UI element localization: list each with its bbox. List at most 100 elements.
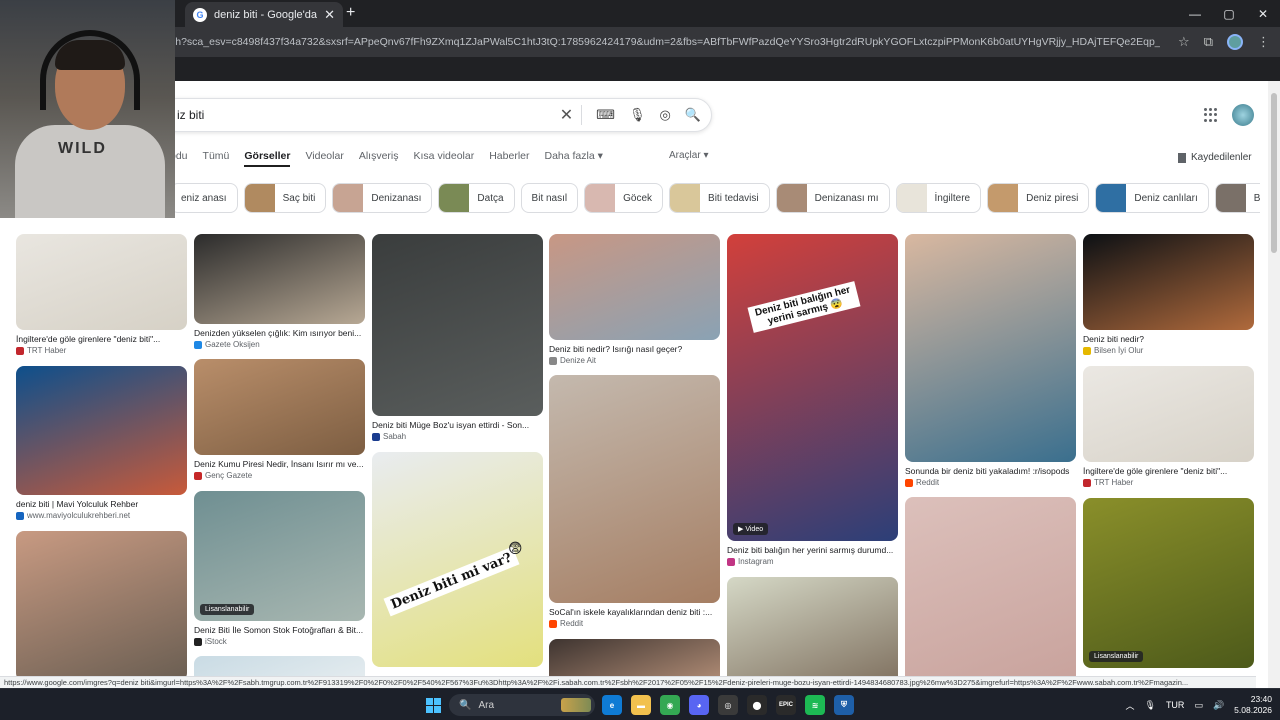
image-result[interactable]: İngiltere'de göle girenlere "deniz biti"… <box>1083 366 1254 492</box>
image-result[interactable]: Deniz biti nedir? Isırığı nasıl geçer? De… <box>549 234 720 370</box>
result-thumbnail[interactable] <box>16 366 187 495</box>
image-result[interactable]: Deniz biti Müge Boz'u isyan ettirdi - So… <box>372 234 543 446</box>
image-result[interactable]: İngiltere'de göle girenlere "deniz biti"… <box>16 234 187 360</box>
tab-4[interactable]: Alışveriş <box>359 150 399 162</box>
chrome-icon[interactable]: ◉ <box>660 695 680 715</box>
saved-button[interactable]: Kaydedilenler <box>1178 152 1252 163</box>
result-title[interactable]: Denizden yükselen çığlık: Kim ısırıyor b… <box>194 328 365 338</box>
image-result[interactable]: Sonunda bir deniz biti yakaladım! :r/iso… <box>905 234 1076 492</box>
account-avatar[interactable] <box>1232 104 1254 126</box>
result-title[interactable]: SoCal'ın iskele kayalıklarından deniz bi… <box>549 607 720 617</box>
tab-3[interactable]: Videolar <box>305 150 343 162</box>
tab-1[interactable]: Tümü <box>203 150 230 162</box>
result-thumbnail[interactable]: Lisanslanabilir <box>194 491 365 621</box>
result-title[interactable]: Deniz Biti İle Somon Stok Fotoğrafları &… <box>194 625 365 635</box>
tools-button[interactable]: Araçlar ▾ <box>669 150 708 161</box>
close-window-button[interactable]: ✕ <box>1246 0 1280 27</box>
image-result[interactable]: Deniz biti nedir? Bilsen İyi Olur <box>1083 234 1254 360</box>
result-thumbnail[interactable] <box>905 497 1076 687</box>
result-thumbnail[interactable] <box>16 234 187 330</box>
volume-icon[interactable]: 🔊 <box>1213 700 1224 711</box>
result-thumbnail[interactable] <box>372 234 543 416</box>
result-source[interactable]: Gazete Oksijen <box>194 340 260 349</box>
image-result[interactable]: Denizden yükselen çığlık: Kim ısırıyor b… <box>194 234 365 354</box>
language-indicator[interactable]: TUR <box>1166 700 1185 710</box>
result-title[interactable]: Deniz biti nedir? Isırığı nasıl geçer? <box>549 344 720 354</box>
related-chip[interactable]: Denizanası <box>332 183 433 213</box>
result-source[interactable]: TRT Haber <box>16 346 66 355</box>
result-title[interactable]: Deniz biti Müge Boz'u isyan ettirdi - So… <box>372 420 543 430</box>
page-scrollbar[interactable] <box>1268 81 1280 688</box>
related-chip[interactable]: Deniz piresi <box>987 183 1090 213</box>
scroll-thumb[interactable] <box>1271 93 1277 253</box>
related-chip[interactable]: Biti tedavisi <box>669 183 770 213</box>
related-chip[interactable]: Saç biti <box>243 183 327 213</box>
image-result[interactable]: SoCal'ın iskele kayalıklarından deniz bi… <box>549 375 720 633</box>
related-chip[interactable]: Denizanası mı <box>775 183 890 213</box>
tray-chevron-icon[interactable]: ︿ <box>1125 699 1134 712</box>
result-source[interactable]: Instagram <box>727 557 774 566</box>
maximize-button[interactable]: ▢ <box>1212 0 1246 27</box>
tab-close-icon[interactable]: ✕ <box>324 7 335 23</box>
result-title[interactable]: deniz biti | Mavi Yolculuk Rehber <box>16 499 187 509</box>
taskbar-clock[interactable]: 23:40 5.08.2026 <box>1234 694 1272 716</box>
obs-icon[interactable]: ◎ <box>718 695 738 715</box>
spotify-icon[interactable]: ≋ <box>805 695 825 715</box>
image-result[interactable]: Deniz biti mi var? 😨 <box>372 452 543 697</box>
taskbar-search[interactable]: 🔍 Ara <box>449 694 595 716</box>
lens-camera-icon[interactable]: ◎ <box>659 107 670 123</box>
network-icon[interactable]: ▭ <box>1194 700 1203 711</box>
browser-menu-icon[interactable]: ⋮ <box>1257 34 1270 50</box>
result-source[interactable]: Sabah <box>372 432 406 441</box>
result-thumbnail[interactable] <box>549 375 720 603</box>
result-title[interactable]: Deniz biti nedir? <box>1083 334 1254 344</box>
browser-profile-icon[interactable] <box>1227 34 1243 50</box>
tab-6[interactable]: Haberler <box>489 150 529 162</box>
url-field[interactable]: ch?sca_esv=c8498f437f34a732&sxsrf=APpeQn… <box>170 31 1160 53</box>
image-result[interactable]: deniz biti | Mavi Yolculuk Rehber www.mav… <box>16 366 187 525</box>
result-thumbnail[interactable]: Deniz biti balığın her yerini sarmış 😨 ▶ … <box>727 234 898 541</box>
microphone-icon[interactable]: 🎙 <box>629 107 646 123</box>
result-source[interactable]: Reddit <box>905 478 939 487</box>
edge-icon[interactable]: e <box>602 695 622 715</box>
result-title[interactable]: İngiltere'de göle girenlere "deniz biti"… <box>16 334 187 344</box>
image-result[interactable]: Lisanslanabilir Deniz Biti İle Somon Stok… <box>194 491 365 651</box>
shield-app-icon[interactable]: ⛨ <box>834 695 854 715</box>
result-title[interactable]: Deniz Kumu Piresi Nedir, İnsanı Isırır m… <box>194 459 365 469</box>
clear-search-icon[interactable]: ✕ <box>560 105 583 125</box>
new-tab-button[interactable]: + <box>346 4 355 22</box>
result-thumbnail[interactable] <box>16 531 187 681</box>
result-title[interactable]: Sonunda bir deniz biti yakaladım! :r/iso… <box>905 466 1076 476</box>
tab-2[interactable]: Görseller <box>244 150 291 167</box>
browser-tab-active[interactable]: G deniz biti - Google'da Ara ✕ <box>185 2 343 27</box>
tab-7[interactable]: Daha fazla ▾ <box>545 150 603 162</box>
result-thumbnail[interactable] <box>1083 234 1254 330</box>
epic-games-icon[interactable]: EPIC <box>776 695 796 715</box>
result-thumbnail[interactable] <box>1083 366 1254 462</box>
result-source[interactable]: Genç Gazete <box>194 471 252 480</box>
result-thumbnail[interactable] <box>549 234 720 340</box>
result-thumbnail[interactable]: Lisanslanabilir <box>1083 498 1254 668</box>
tray-microphone-icon[interactable]: 🎙 <box>1145 700 1156 711</box>
result-source[interactable]: Reddit <box>549 619 583 628</box>
windows-start-icon[interactable] <box>426 698 441 713</box>
minimize-button[interactable]: — <box>1178 0 1212 27</box>
result-thumbnail[interactable] <box>194 234 365 324</box>
related-chip[interactable]: Datça <box>438 183 515 213</box>
related-chip[interactable]: Göcek <box>584 183 664 213</box>
image-result[interactable]: Deniz biti balığın her yerini sarmış 😨 ▶ … <box>727 234 898 571</box>
result-source[interactable]: iStock <box>194 637 227 646</box>
keyboard-icon[interactable]: ⌨ <box>596 107 615 123</box>
image-result[interactable]: Lisanslanabilir <box>1083 498 1254 698</box>
search-icon[interactable]: 🔍 <box>685 107 701 123</box>
search-input[interactable]: iz biti <box>177 99 204 131</box>
related-chip[interactable]: Deniz canlıları <box>1095 183 1209 213</box>
result-title[interactable]: İngiltere'de göle girenlere "deniz biti"… <box>1083 466 1254 476</box>
related-chip[interactable]: Bi <box>1214 183 1260 213</box>
tab-5[interactable]: Kısa videolar <box>414 150 475 162</box>
result-thumbnail[interactable] <box>905 234 1076 462</box>
maps-pin-icon[interactable]: ⬤ <box>747 695 767 715</box>
file-explorer-icon[interactable]: ▬ <box>631 695 651 715</box>
related-chip[interactable]: Bit nasıl <box>520 183 579 213</box>
result-source[interactable]: Denize Ait <box>549 356 596 365</box>
